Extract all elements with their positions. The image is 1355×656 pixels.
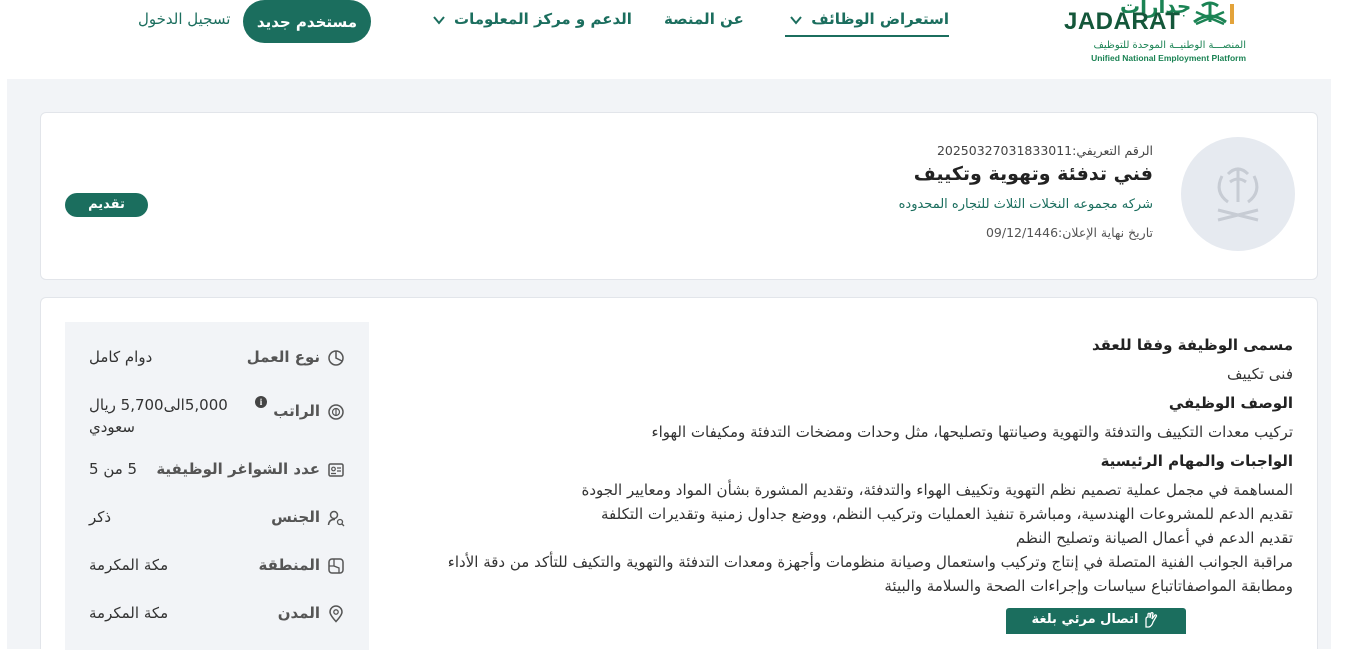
nav-browse-jobs[interactable]: استعراض الوظائف: [785, 10, 949, 37]
ad-deadline: تاريخ نهاية الإعلان:09/12/1446: [985, 225, 1153, 240]
job-attributes-panel: نوع العمل دوام كامل الراتب i 5,000الى5,7…: [65, 322, 369, 650]
gender-label: الجنس: [271, 508, 345, 527]
map-icon: [328, 557, 344, 574]
region-value: مكة المكرمة: [89, 556, 169, 574]
nav-support-label: الدعم و مركز المعلومات: [454, 10, 632, 28]
job-summary-card: الرقم التعريفي:20250327031833011 فني تدف…: [40, 112, 1318, 280]
description-text: تركيب معدات التكييف والتدفئة والتهوية وص…: [651, 423, 1293, 441]
duties-list: المساهمة في مجمل عملية تصميم نظم التهوية…: [393, 478, 1293, 598]
salary-label-text: الراتب: [273, 402, 320, 420]
job-reference-number: الرقم التعريفي:20250327031833011: [936, 143, 1153, 158]
jadarat-logo[interactable]: جدارات JADARAT المنصـــة الوطنيــة الموح…: [1062, 0, 1252, 70]
gender-value: ذكر: [89, 508, 112, 526]
work-type-label-text: نوع العمل: [246, 348, 320, 366]
pie-chart-icon: [328, 349, 344, 366]
salary-value-line2: سعودي: [89, 418, 135, 436]
duty-item: تقديم الدعم في أعمال الصيانة وتصليح النظ…: [1015, 529, 1293, 547]
duty-item: مراقبة الجوانب الفنية المتصلة في إنتاج و…: [447, 553, 1293, 571]
job-title: فني تدفئة وتهوية وتكييف: [913, 163, 1153, 185]
info-icon[interactable]: i: [255, 396, 267, 408]
duty-item: ومطابقة المواصفاتاتباع سياسات وإجراءات ا…: [884, 577, 1293, 595]
vacancies-label: عدد الشواغر الوظيفية: [156, 460, 345, 479]
contract-title-heading: مسمى الوظيفة وفقا للعقد: [1091, 336, 1293, 354]
vacancies-value: 5 من 5: [89, 460, 138, 478]
user-search-icon: [327, 510, 345, 526]
duty-item: المساهمة في مجمل عملية تصميم نظم التهوية…: [581, 481, 1293, 499]
emblem-placeholder-icon: [1217, 167, 1259, 222]
nav-support[interactable]: الدعم و مركز المعلومات: [432, 10, 632, 28]
region-label-text: المنطقة: [258, 556, 320, 574]
sign-language-call-button[interactable]: اتصال مرئي بلغة الإشارة: [1006, 608, 1186, 651]
nav-about[interactable]: عن المنصة: [664, 10, 744, 28]
duty-item: تقديم الدعم للمشروعات الهندسية، ومباشرة …: [601, 505, 1293, 523]
top-navbar: جدارات JADARAT المنصـــة الوطنيــة الموح…: [0, 0, 1355, 78]
duties-heading: الواجبات والمهام الرئيسية: [1100, 452, 1293, 470]
city-value: مكة المكرمة: [89, 604, 169, 622]
city-label-text: المدن: [277, 604, 320, 622]
location-pin-icon: [329, 604, 343, 623]
gender-label-text: الجنس: [271, 508, 320, 526]
salary-value-line1: 5,000الى5,700 ريال: [89, 396, 228, 414]
description-heading: الوصف الوظيفي: [1168, 394, 1293, 412]
job-description-section: مسمى الوظيفة وفقا للعقد فنى تكييف الوصف …: [393, 334, 1293, 598]
job-details-card: مسمى الوظيفة وفقا للعقد فنى تكييف الوصف …: [40, 297, 1318, 650]
company-name-link[interactable]: شركه مجموعه النخلات الثلاث للتجاره المحد…: [899, 197, 1153, 212]
contract-title-value: فنى تكييف: [1226, 365, 1293, 383]
work-type-label: نوع العمل: [247, 348, 345, 367]
id-card-icon: [328, 462, 344, 477]
region-label: المنطقة: [259, 556, 345, 575]
login-link[interactable]: تسجيل الدخول: [138, 10, 230, 28]
vacancies-label-text: عدد الشواغر الوظيفية: [156, 460, 320, 478]
logo-subtitle-english: Unified National Employment Platform: [1091, 53, 1246, 63]
register-button[interactable]: مستخدم جديد: [243, 0, 371, 43]
company-avatar: [1181, 137, 1295, 251]
nav-browse-jobs-label: استعراض الوظائف: [811, 10, 949, 28]
logo-english-text: JADARAT: [1064, 8, 1181, 35]
chevron-down-icon: [790, 15, 802, 25]
work-type-value: دوام كامل: [89, 348, 153, 366]
chevron-down-icon: [433, 15, 445, 25]
sign-language-hand-icon: [1145, 611, 1158, 628]
apply-button[interactable]: تقديم: [65, 193, 148, 217]
salary-label: الراتب: [273, 402, 345, 421]
city-label: المدن: [278, 604, 345, 623]
logo-subtitle-arabic: المنصـــة الوطنيــة الموحدة للتوظيف: [1093, 40, 1247, 51]
money-icon: [328, 403, 344, 420]
